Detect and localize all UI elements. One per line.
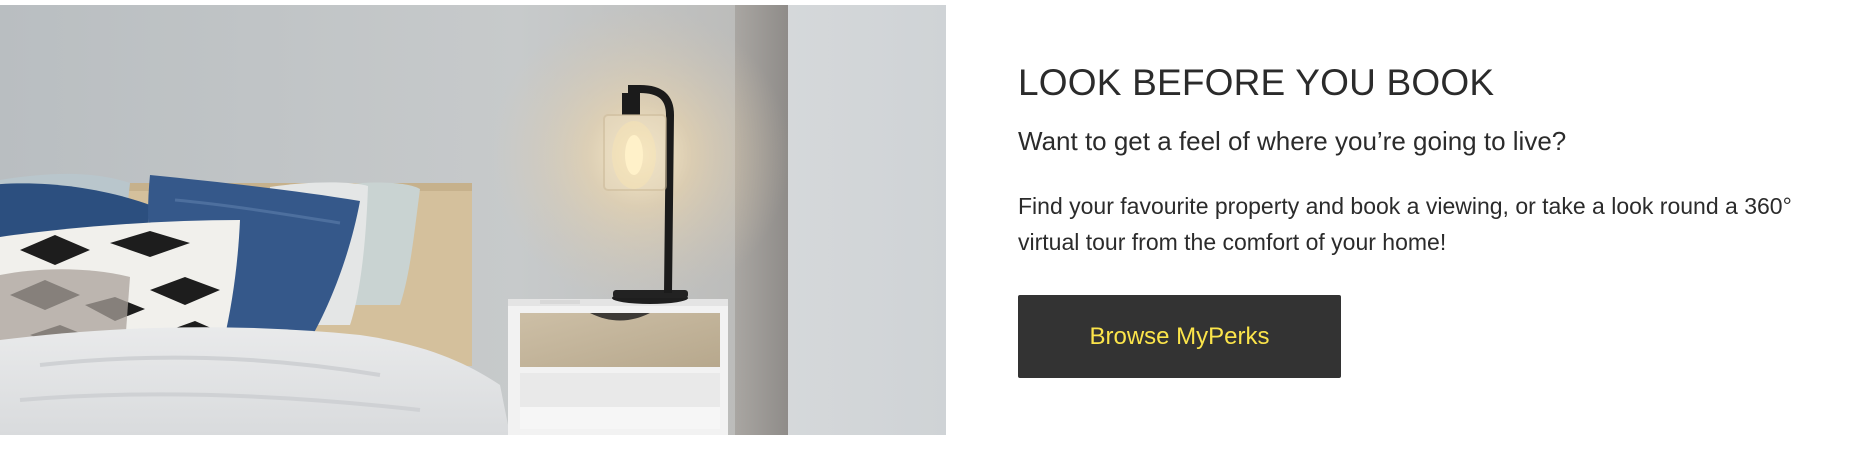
bedroom-photo — [0, 5, 946, 435]
browse-myperks-button[interactable]: Browse MyPerks — [1018, 295, 1341, 378]
promo-description: Find your favourite property and book a … — [1018, 193, 1792, 255]
promo-heading: LOOK BEFORE YOU BOOK — [1018, 62, 1495, 103]
promo-subheading: Want to get a feel of where you’re going… — [1018, 126, 1567, 156]
promo-section: LOOK BEFORE YOU BOOK Want to get a feel … — [0, 0, 1870, 454]
